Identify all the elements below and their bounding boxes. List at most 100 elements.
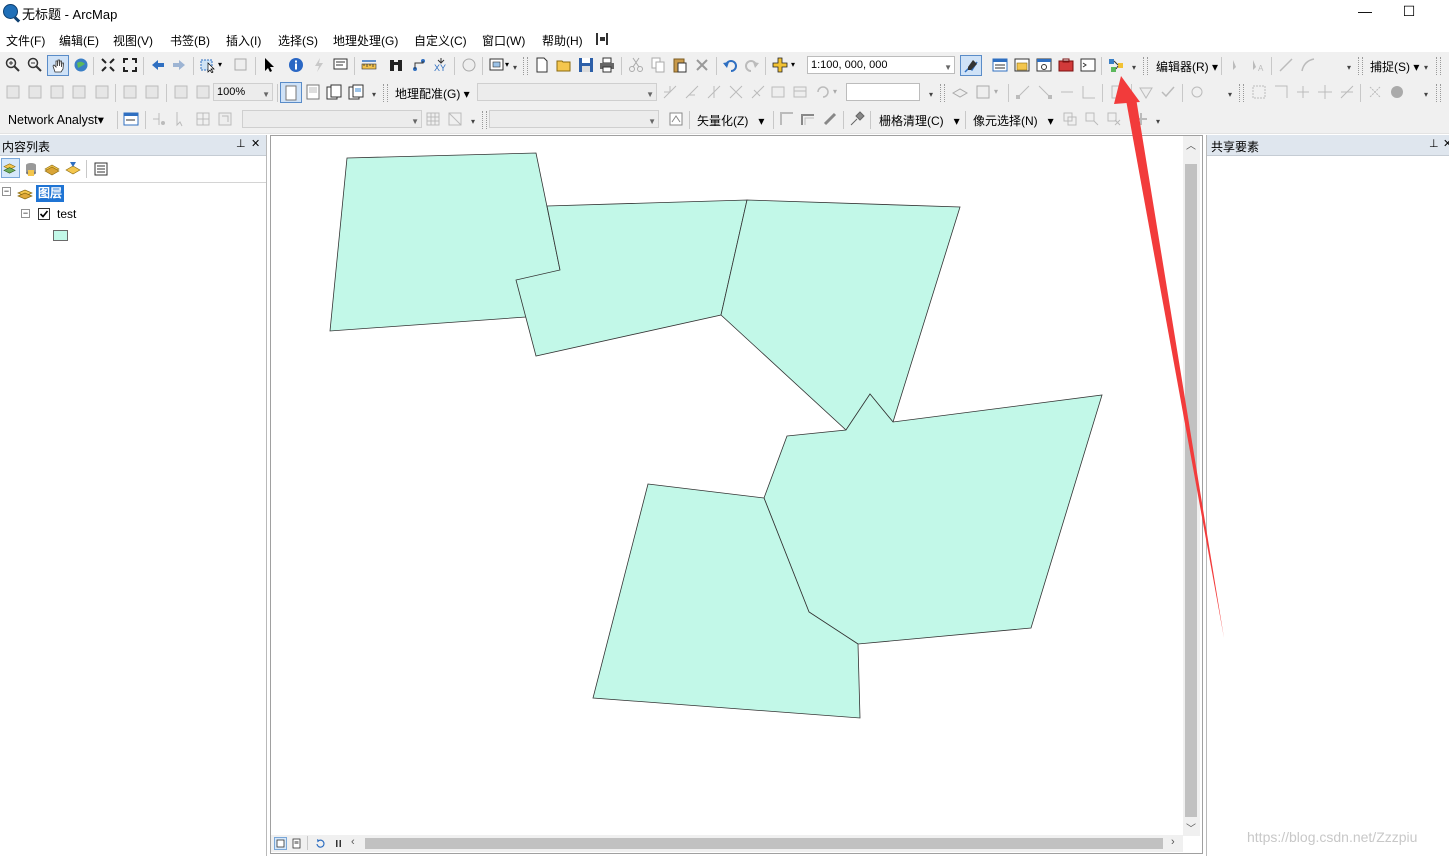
back-arrow-icon[interactable] bbox=[150, 57, 166, 73]
shift-icon[interactable] bbox=[684, 84, 700, 100]
layout-full-extent-icon[interactable] bbox=[71, 84, 87, 100]
cut-icon[interactable] bbox=[628, 57, 644, 73]
layout-view-icon[interactable] bbox=[291, 838, 302, 849]
list-by-source-icon[interactable] bbox=[23, 161, 39, 177]
georef-extra-5-icon[interactable] bbox=[1339, 84, 1355, 100]
select-elements-icon[interactable] bbox=[261, 57, 277, 73]
catalog-icon[interactable] bbox=[1014, 57, 1030, 73]
toolbar-overflow-icon[interactable]: ▾ bbox=[1130, 57, 1138, 75]
add-data-dropdown-icon[interactable]: ▾ bbox=[791, 60, 795, 69]
straight-segment-icon[interactable] bbox=[1278, 57, 1294, 73]
hyperlink-icon[interactable] bbox=[311, 57, 327, 73]
list-by-selection-icon[interactable] bbox=[65, 161, 81, 177]
rotate-dropdown-arrow-icon[interactable]: ▾ bbox=[833, 87, 837, 96]
adjust-transparency-icon[interactable] bbox=[975, 84, 991, 100]
python-window-icon[interactable] bbox=[1080, 57, 1096, 73]
effects-dropdown-icon[interactable]: ▾ bbox=[994, 87, 998, 96]
print-icon[interactable] bbox=[599, 57, 615, 73]
editor-toolbar-toggle-button[interactable] bbox=[960, 55, 982, 76]
raster-layer-combobox[interactable]: ▼ bbox=[489, 110, 659, 128]
raster-cleanup-menu[interactable]: 栅格清理(C) ▾ bbox=[879, 112, 960, 129]
zoom-out-icon[interactable] bbox=[27, 57, 43, 73]
collapse-layers-toggle[interactable]: − bbox=[2, 187, 11, 196]
scroll-down-icon[interactable]: ﹀ bbox=[1186, 820, 1196, 835]
view-link-table-icon[interactable] bbox=[792, 84, 808, 100]
table-of-contents-icon[interactable] bbox=[992, 57, 1008, 73]
close-icon[interactable]: ✕ bbox=[251, 137, 260, 150]
toolbar-grip[interactable] bbox=[1143, 57, 1148, 75]
layout-back-icon[interactable] bbox=[173, 84, 189, 100]
collapse-layer-toggle[interactable]: − bbox=[21, 209, 30, 218]
menu-help[interactable]: 帮助(H) bbox=[542, 32, 583, 49]
georef-extra-3-icon[interactable] bbox=[1295, 84, 1311, 100]
menu-windows[interactable]: 窗口(W) bbox=[482, 32, 525, 49]
toolbar-grip[interactable] bbox=[482, 111, 487, 129]
layout-fixed-zoom-out-icon[interactable] bbox=[144, 84, 160, 100]
georef-extra-1-icon[interactable] bbox=[1251, 84, 1267, 100]
delete-icon[interactable] bbox=[694, 57, 710, 73]
time-slider-icon[interactable] bbox=[461, 57, 477, 73]
raster-pencil-icon[interactable] bbox=[822, 111, 838, 127]
toolbar-overflow-icon[interactable]: ▾ bbox=[1226, 84, 1234, 102]
pin-icon[interactable]: ⊥ bbox=[1429, 137, 1439, 150]
layout-pan-icon[interactable] bbox=[49, 84, 65, 100]
toolbar-grip[interactable] bbox=[1239, 84, 1244, 102]
scale-icon[interactable] bbox=[706, 84, 722, 100]
fixed-zoom-in-icon[interactable] bbox=[100, 57, 116, 73]
menu-insert[interactable]: 插入(I) bbox=[226, 32, 261, 49]
measure-icon[interactable] bbox=[361, 57, 377, 73]
data-view-button[interactable] bbox=[274, 837, 287, 850]
map-horizontal-scrollbar[interactable]: ‹ › bbox=[271, 835, 1183, 852]
fix-topology-icon[interactable] bbox=[1160, 84, 1176, 100]
toolbar-grip[interactable] bbox=[1358, 57, 1363, 75]
toolbar-overflow-icon[interactable]: ▾ bbox=[1154, 111, 1162, 129]
georef-extra-4-icon[interactable] bbox=[1317, 84, 1333, 100]
list-by-drawing-order-button[interactable] bbox=[1, 158, 20, 178]
create-viewer-window-icon[interactable] bbox=[489, 57, 505, 73]
raster-add-icon[interactable] bbox=[1133, 111, 1149, 127]
select-dropdown-icon[interactable]: ▾ bbox=[218, 60, 222, 69]
interactive-selection-icon[interactable] bbox=[1084, 111, 1100, 127]
raster-line-icon[interactable] bbox=[779, 111, 795, 127]
go-to-xy-icon[interactable]: XY bbox=[433, 57, 449, 73]
layout-zoom-100-icon[interactable] bbox=[94, 84, 110, 100]
toolbar-overflow-icon[interactable]: ▾ bbox=[370, 84, 378, 102]
link-table-icon[interactable] bbox=[770, 84, 786, 100]
toolbar-grip[interactable] bbox=[1436, 84, 1441, 102]
menu-customize[interactable]: 自定义(C) bbox=[414, 32, 467, 49]
end-point-arc-icon[interactable] bbox=[1300, 57, 1316, 73]
toolbar-overflow-icon[interactable]: ▾ bbox=[927, 84, 935, 102]
create-network-location-icon[interactable] bbox=[151, 111, 167, 127]
select-features-icon[interactable] bbox=[200, 57, 216, 73]
topology-shared-icon[interactable] bbox=[1059, 84, 1075, 100]
vectorization-menu[interactable]: 矢量化(Z) ▾ bbox=[697, 112, 764, 129]
cell-selection-menu[interactable]: 像元选择(N) ▾ bbox=[973, 112, 1054, 129]
paste-icon[interactable] bbox=[672, 57, 688, 73]
network-analyst-menu[interactable]: Network Analyst▾ bbox=[8, 112, 104, 127]
rotate-icon[interactable] bbox=[662, 84, 678, 100]
map-polygon[interactable] bbox=[720, 199, 961, 431]
select-move-location-icon[interactable] bbox=[173, 111, 189, 127]
network-analyst-window-icon[interactable] bbox=[123, 111, 139, 127]
map-scale-combobox[interactable]: 1:100, 000, 000 ▼ bbox=[807, 56, 955, 74]
validate-topology-icon[interactable] bbox=[1110, 84, 1126, 100]
menu-geoprocessing[interactable]: 地理处理(G) bbox=[333, 32, 398, 49]
map-canvas[interactable] bbox=[271, 136, 1183, 836]
maximize-button[interactable]: ☐ bbox=[1387, 2, 1431, 22]
close-icon[interactable]: ✕ bbox=[1443, 137, 1449, 150]
scroll-right-icon[interactable]: › bbox=[1171, 836, 1175, 848]
edit-annotation-icon[interactable]: A bbox=[1250, 57, 1266, 73]
raster-corner-icon[interactable] bbox=[800, 111, 816, 127]
menu-edit[interactable]: 编辑(E) bbox=[59, 32, 99, 49]
map-polygon[interactable] bbox=[515, 199, 748, 357]
toolbar-grip[interactable] bbox=[523, 57, 528, 75]
georef-extra-6-icon[interactable] bbox=[1367, 84, 1383, 100]
map-polygon[interactable] bbox=[763, 393, 1103, 645]
copy-icon[interactable] bbox=[650, 57, 666, 73]
menu-bookmarks[interactable]: 书签(B) bbox=[170, 32, 210, 49]
select-connected-cells-icon[interactable] bbox=[1062, 111, 1078, 127]
layout-fixed-zoom-in-icon[interactable] bbox=[122, 84, 138, 100]
edit-tool-icon[interactable] bbox=[1228, 57, 1244, 73]
horizontal-scroll-thumb[interactable] bbox=[365, 838, 1163, 849]
toolbar-overflow-icon[interactable]: ▾ bbox=[1422, 57, 1430, 75]
